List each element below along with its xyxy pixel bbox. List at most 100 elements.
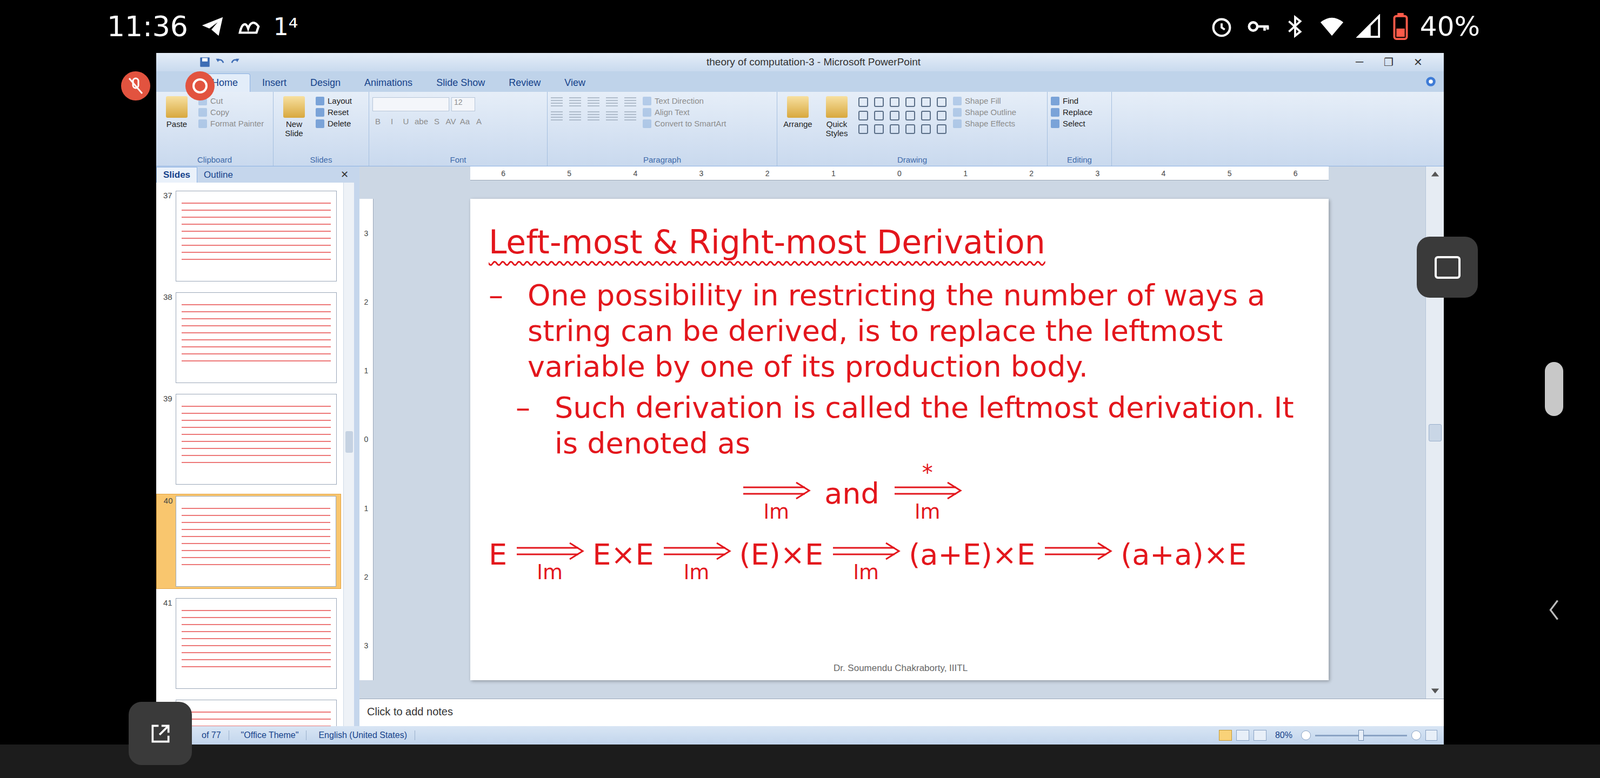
ribbon-tab[interactable]: Design xyxy=(298,74,353,92)
zoom-slider[interactable] xyxy=(1315,735,1408,737)
close-panel-button[interactable]: ✕ xyxy=(335,168,355,183)
shape-icon[interactable] xyxy=(921,110,931,121)
help-icon[interactable] xyxy=(1425,76,1437,88)
floating-window-button[interactable] xyxy=(1416,236,1478,298)
scroll-up-icon[interactable] xyxy=(1430,169,1440,180)
paragraph-format-icon[interactable] xyxy=(550,97,563,108)
slide-thumbnail[interactable]: 37 xyxy=(156,189,342,284)
ribbon-small-button[interactable]: Shape Fill xyxy=(952,96,1017,106)
shape-icon[interactable] xyxy=(936,97,947,108)
ribbon-small-button[interactable]: Shape Effects xyxy=(952,118,1017,129)
font-size-field[interactable]: 12 xyxy=(451,97,476,112)
ribbon-large-button[interactable]: Arrange xyxy=(780,94,816,130)
shape-icon[interactable] xyxy=(921,124,931,135)
shape-icon[interactable] xyxy=(874,124,884,135)
format-button[interactable]: B xyxy=(372,116,384,126)
ribbon-small-button[interactable]: Reset xyxy=(315,107,352,117)
format-button[interactable]: A xyxy=(473,116,485,126)
slide-thumbnail[interactable]: 41 xyxy=(156,596,342,691)
fit-window-icon[interactable] xyxy=(1425,730,1438,742)
zoom-out-icon[interactable] xyxy=(1301,730,1311,741)
sorter-view-icon[interactable] xyxy=(1236,730,1250,742)
ribbon-small-button[interactable]: Copy xyxy=(198,107,264,117)
ribbon-group: 12BIUabeSAVAaAFont xyxy=(369,91,548,166)
ribbon-large-button[interactable]: Paste xyxy=(159,94,195,130)
shape-icon[interactable] xyxy=(889,110,900,121)
open-external-button[interactable] xyxy=(128,702,192,766)
shape-icon[interactable] xyxy=(858,124,869,135)
ribbon-small-button[interactable]: Text Direction xyxy=(642,96,727,106)
panel-scrollbar[interactable] xyxy=(343,182,355,727)
shape-icon[interactable] xyxy=(905,110,916,121)
ribbon-tab[interactable]: Slide Show xyxy=(424,74,497,92)
slide-number: 38 xyxy=(158,292,173,384)
paragraph-format-icon[interactable] xyxy=(587,111,600,122)
paragraph-format-icon[interactable] xyxy=(550,111,563,122)
panel-tab[interactable]: Outline xyxy=(197,167,240,183)
scroll-down-icon[interactable] xyxy=(1430,685,1440,696)
shape-icon[interactable] xyxy=(936,124,947,135)
ribbon-large-button[interactable]: Quick Styles xyxy=(819,94,855,138)
normal-view-icon[interactable] xyxy=(1218,730,1232,742)
paragraph-format-icon[interactable] xyxy=(569,111,582,122)
shape-icon[interactable] xyxy=(936,110,947,121)
shape-icon[interactable] xyxy=(858,97,869,108)
format-button[interactable]: U xyxy=(400,116,412,126)
shape-icon[interactable] xyxy=(889,124,900,135)
paragraph-format-icon[interactable] xyxy=(624,111,637,122)
undo-icon[interactable] xyxy=(214,56,226,68)
save-icon[interactable] xyxy=(199,56,211,68)
shape-icon[interactable] xyxy=(921,97,931,108)
paragraph-format-icon[interactable] xyxy=(569,97,582,108)
format-button[interactable]: AV xyxy=(445,116,457,126)
font-name-field[interactable] xyxy=(372,97,450,112)
back-arrow-icon[interactable] xyxy=(1547,598,1562,623)
slide[interactable]: Left-most & Right-most Derivation–One po… xyxy=(470,198,1329,681)
shape-icon[interactable] xyxy=(889,97,900,108)
window-control-button[interactable]: ─ xyxy=(1349,55,1370,69)
ribbon-small-button[interactable]: Delete xyxy=(315,118,352,129)
ribbon-small-button[interactable]: Find xyxy=(1050,96,1093,106)
ribbon-tab[interactable]: View xyxy=(552,74,598,92)
ribbon-small-button[interactable]: Align Text xyxy=(642,107,727,117)
slide-thumbnail[interactable]: 40 xyxy=(156,494,342,590)
slide-bullet: –One possibility in restricting the numb… xyxy=(488,277,1313,385)
paragraph-format-icon[interactable] xyxy=(605,111,618,122)
format-button[interactable]: I xyxy=(386,116,398,126)
panel-tab[interactable]: Slides xyxy=(156,167,198,183)
ribbon-small-button[interactable]: Convert to SmartArt xyxy=(642,118,727,129)
ribbon-small-button[interactable]: Select xyxy=(1050,118,1093,129)
paragraph-format-icon[interactable] xyxy=(624,97,637,108)
ribbon-tab[interactable]: Insert xyxy=(250,74,299,92)
zoom-in-icon[interactable] xyxy=(1411,730,1422,741)
zoom-level[interactable]: 80% xyxy=(1270,730,1297,741)
shape-icon[interactable] xyxy=(874,110,884,121)
paragraph-format-icon[interactable] xyxy=(587,97,600,108)
shape-icon[interactable] xyxy=(874,97,884,108)
ribbon-tab[interactable]: Review xyxy=(496,74,553,92)
paragraph-format-icon[interactable] xyxy=(605,97,618,108)
ribbon-small-button[interactable]: Replace xyxy=(1050,107,1093,117)
redo-icon[interactable] xyxy=(229,56,241,68)
format-button[interactable]: abe xyxy=(414,116,429,126)
shape-icon[interactable] xyxy=(905,97,916,108)
format-button[interactable]: S xyxy=(431,116,443,126)
slide-thumbnail[interactable]: 39 xyxy=(156,392,342,487)
ribbon-tab[interactable]: Animations xyxy=(352,74,425,92)
ribbon-small-button[interactable]: Shape Outline xyxy=(952,107,1017,117)
ribbon-large-button[interactable]: New Slide xyxy=(276,94,312,138)
window-control-button[interactable]: ❐ xyxy=(1378,55,1399,69)
slideshow-view-icon[interactable] xyxy=(1253,730,1267,742)
shape-icon[interactable] xyxy=(858,110,869,121)
language[interactable]: English (United States) xyxy=(310,730,416,741)
notes-field[interactable]: Click to add notes xyxy=(359,698,1444,727)
mute-mic-icon[interactable] xyxy=(120,70,151,102)
shape-icon[interactable] xyxy=(905,124,916,135)
ribbon-small-button[interactable]: Format Painter xyxy=(198,118,264,129)
window-control-button[interactable]: ✕ xyxy=(1408,55,1428,69)
screen-scroll-handle[interactable] xyxy=(1544,362,1564,417)
ribbon-small-button[interactable]: Layout xyxy=(315,96,352,106)
slide-thumbnail[interactable]: 38 xyxy=(156,290,342,385)
record-icon[interactable] xyxy=(184,70,216,102)
format-button[interactable]: Aa xyxy=(459,116,471,126)
